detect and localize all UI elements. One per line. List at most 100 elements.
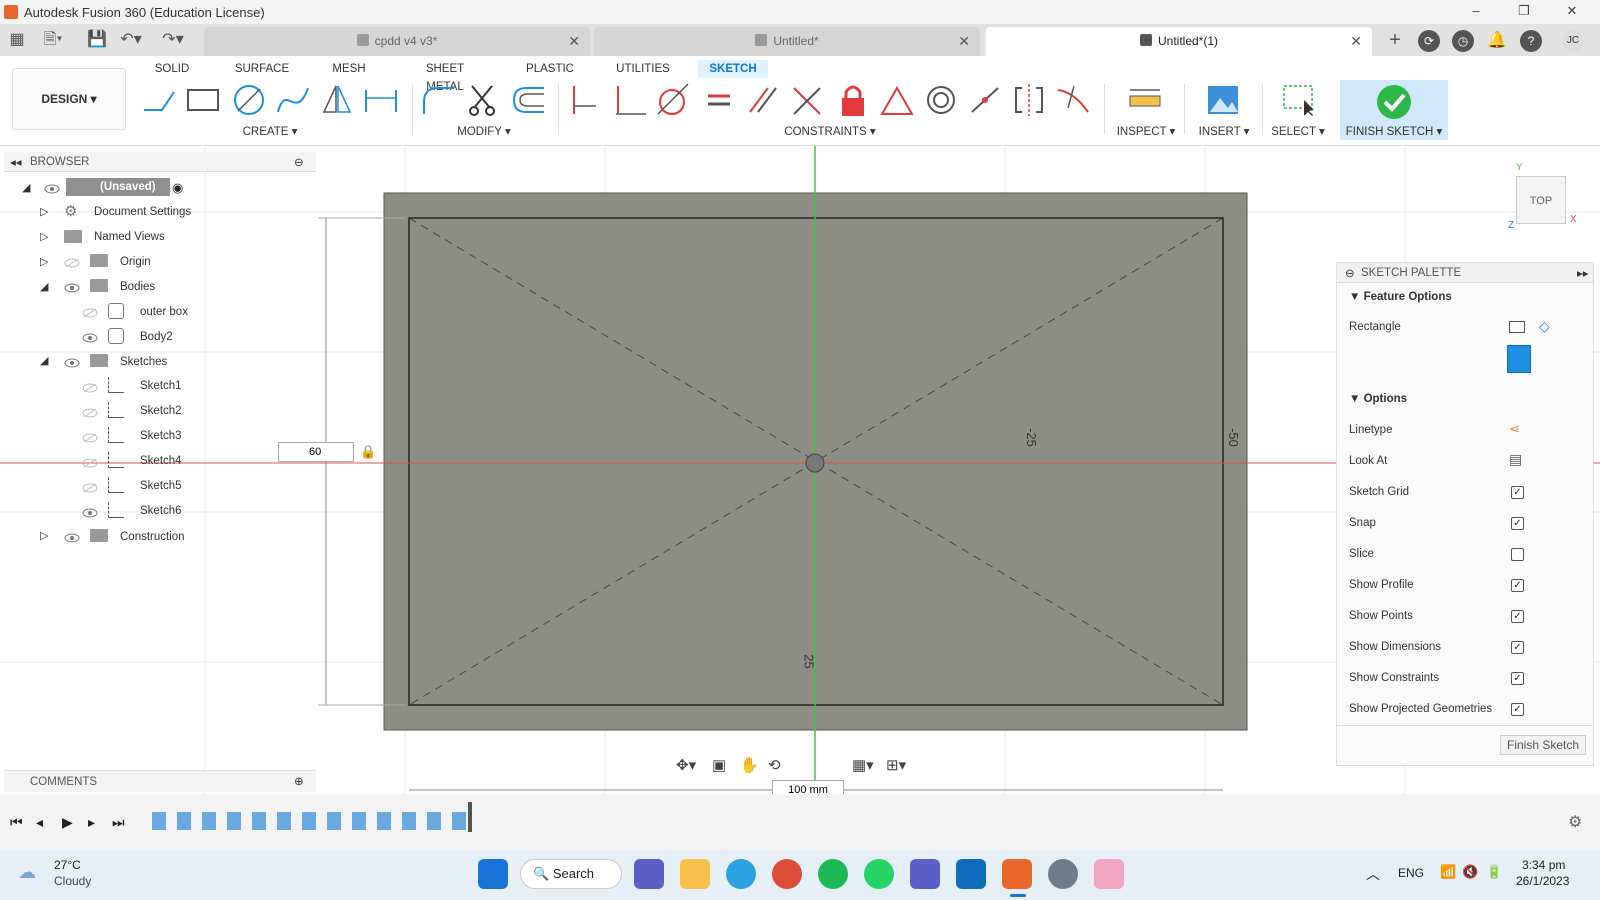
- play-icon[interactable]: ▶: [62, 814, 73, 831]
- rectangle-tool-icon[interactable]: [184, 82, 222, 118]
- tab-plastic[interactable]: PLASTIC: [522, 60, 578, 78]
- tree-item-document-settings[interactable]: Document Settings: [94, 206, 191, 218]
- tree-item-body2[interactable]: Body2: [140, 331, 173, 343]
- offset-tool-icon[interactable]: [510, 82, 548, 118]
- teams-icon[interactable]: [910, 859, 940, 889]
- select-icon[interactable]: [1280, 82, 1318, 118]
- look-at-icon[interactable]: ▣: [712, 756, 726, 774]
- search-box[interactable]: 🔍 Search: [520, 859, 622, 889]
- new-tab-icon[interactable]: +: [1384, 30, 1406, 50]
- timeline-marker[interactable]: [468, 802, 472, 832]
- tree-item-sketch3[interactable]: Sketch3: [140, 430, 182, 442]
- eye-icon[interactable]: [64, 283, 80, 293]
- tree-toggle-icon[interactable]: ▷: [40, 204, 48, 218]
- tree-item-sketch1[interactable]: Sketch1: [140, 380, 182, 392]
- snipping-tool-icon[interactable]: [1094, 859, 1124, 889]
- help-icon[interactable]: ?: [1520, 30, 1542, 52]
- start-icon[interactable]: [478, 859, 508, 889]
- construction-toggle-button[interactable]: [1507, 345, 1531, 373]
- coincident-icon[interactable]: [612, 82, 650, 118]
- save-icon[interactable]: 💾: [86, 30, 108, 50]
- whatsapp-icon[interactable]: [864, 859, 894, 889]
- job-status-icon[interactable]: ◷: [1452, 30, 1474, 52]
- close-tab-icon[interactable]: ✕: [1350, 27, 1362, 56]
- collinear-icon[interactable]: [966, 82, 1004, 118]
- zoom-icon[interactable]: ⟲: [768, 756, 781, 774]
- tree-root[interactable]: (Unsaved): [66, 178, 170, 196]
- eye-hidden-icon[interactable]: [82, 483, 98, 493]
- orbit-icon[interactable]: ✥▾: [676, 756, 696, 774]
- tree-item-sketch2[interactable]: Sketch2: [140, 405, 182, 417]
- workspace-switcher[interactable]: DESIGN ▾: [12, 68, 126, 130]
- extensions-icon[interactable]: ⟳: [1418, 30, 1440, 52]
- battery-icon[interactable]: 🔋: [1486, 864, 1502, 880]
- tree-toggle-icon[interactable]: ◢: [40, 279, 48, 293]
- eye-hidden-icon[interactable]: [82, 458, 98, 468]
- create-menu[interactable]: CREATE ▾: [230, 124, 310, 138]
- eye-hidden-icon[interactable]: [82, 308, 98, 318]
- redo-icon[interactable]: ↷▾: [162, 30, 184, 50]
- tab-sketch[interactable]: SKETCH: [698, 60, 768, 78]
- slice-checkbox[interactable]: [1511, 548, 1524, 561]
- eye-hidden-icon[interactable]: [64, 258, 80, 268]
- tab-mesh[interactable]: MESH: [328, 60, 370, 78]
- timeline-features[interactable]: [152, 812, 470, 830]
- curvature-icon[interactable]: [1054, 82, 1092, 118]
- look-at-icon[interactable]: ▤: [1509, 451, 1522, 468]
- feature-options-header[interactable]: ▼ Feature Options: [1349, 291, 1452, 303]
- tree-toggle-icon[interactable]: ▷: [40, 528, 48, 542]
- fillet-tool-icon[interactable]: [420, 82, 458, 118]
- go-to-end-icon[interactable]: ⏭: [112, 814, 125, 831]
- close-window-button[interactable]: ✕: [1562, 3, 1582, 21]
- wifi-icon[interactable]: 📶: [1440, 864, 1456, 880]
- show-dimensions-checkbox[interactable]: ✓: [1511, 641, 1524, 654]
- finish-sketch-palette-button[interactable]: Finish Sketch: [1500, 735, 1586, 755]
- notifications-icon[interactable]: 🔔: [1486, 30, 1508, 52]
- tree-item-sketches[interactable]: Sketches: [120, 356, 167, 368]
- three-point-rectangle-icon[interactable]: ◇: [1539, 318, 1550, 335]
- expand-icon[interactable]: ▸▸: [1577, 266, 1589, 280]
- two-point-rectangle-icon[interactable]: [1509, 321, 1525, 333]
- tab-cpdd[interactable]: cpdd v4 v3* ✕: [204, 27, 590, 56]
- mute-icon[interactable]: 🔇: [1462, 864, 1478, 880]
- clock-date[interactable]: 26/1/2023: [1516, 874, 1569, 888]
- collapse-icon[interactable]: ◂◂: [10, 155, 22, 169]
- lock-icon[interactable]: [834, 82, 872, 118]
- perpendicular-icon[interactable]: [788, 82, 826, 118]
- show-projected-checkbox[interactable]: ✓: [1511, 703, 1524, 716]
- file-explorer-icon[interactable]: [680, 859, 710, 889]
- browser-toggle-icon[interactable]: ⊖: [294, 155, 304, 169]
- step-forward-icon[interactable]: ▸: [88, 814, 95, 831]
- undo-icon[interactable]: ↶▾: [120, 30, 142, 50]
- tree-item-sketch5[interactable]: Sketch5: [140, 480, 182, 492]
- midpoint-icon[interactable]: [878, 82, 916, 118]
- tree-toggle-icon[interactable]: ◢: [40, 353, 48, 367]
- tree-item-origin[interactable]: Origin: [120, 256, 151, 268]
- finish-sketch-button[interactable]: FINISH SKETCH ▾: [1340, 80, 1448, 140]
- close-tab-icon[interactable]: ✕: [568, 27, 580, 56]
- tab-sheet-metal[interactable]: SHEET METAL: [406, 60, 484, 93]
- tab-solid[interactable]: SOLID: [150, 60, 194, 78]
- restore-button[interactable]: ❐: [1514, 3, 1534, 21]
- insert-menu[interactable]: INSERT ▾: [1194, 124, 1254, 138]
- concentric-icon[interactable]: [922, 82, 960, 118]
- show-constraints-checkbox[interactable]: ✓: [1511, 672, 1524, 685]
- tree-item-outer-box[interactable]: outer box: [140, 306, 188, 318]
- step-back-icon[interactable]: ◂: [36, 814, 43, 831]
- line-tool-icon[interactable]: [140, 82, 178, 118]
- tab-untitled-1[interactable]: Untitled*(1) ✕: [986, 27, 1372, 56]
- constraints-menu[interactable]: CONSTRAINTS ▾: [780, 124, 880, 138]
- eye-icon[interactable]: [44, 184, 60, 194]
- dimension-label[interactable]: 25: [802, 654, 817, 668]
- show-points-checkbox[interactable]: ✓: [1511, 610, 1524, 623]
- language-indicator[interactable]: ENG: [1398, 866, 1424, 880]
- show-profile-checkbox[interactable]: ✓: [1511, 579, 1524, 592]
- grid-icon[interactable]: ▦▾: [852, 756, 874, 774]
- activate-icon[interactable]: ◉: [172, 180, 183, 196]
- tangent-icon[interactable]: [654, 82, 692, 118]
- tab-untitled[interactable]: Untitled* ✕: [594, 27, 980, 56]
- timeline-settings-icon[interactable]: ⚙: [1568, 812, 1582, 832]
- options-header[interactable]: ▼ Options: [1349, 393, 1407, 405]
- eye-icon[interactable]: [82, 508, 98, 518]
- dimension-label[interactable]: -50: [1226, 428, 1241, 447]
